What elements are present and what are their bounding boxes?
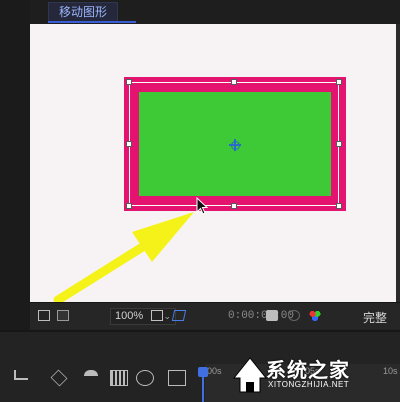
mouse-pointer-icon [196, 197, 209, 215]
mask-path-icon[interactable] [171, 310, 187, 321]
color-channels-icon[interactable] [309, 310, 321, 321]
zoom-value: 100% [115, 310, 144, 322]
camera-icon[interactable] [266, 310, 278, 321]
zoom-dropdown[interactable]: 100% ⌄ [110, 308, 176, 325]
show-snapshot-icon[interactable] [288, 310, 300, 321]
snapshot-frame-icon[interactable] [57, 310, 69, 321]
draft-3d-icon[interactable] [50, 369, 68, 387]
watermark-url: XITONGZHIJIA.NET [268, 380, 350, 389]
ruler-label-0: 00s [207, 366, 222, 376]
frame-blending-icon[interactable] [110, 370, 128, 386]
motion-blur-icon[interactable] [136, 370, 154, 386]
grid-guides-icon[interactable] [151, 310, 163, 321]
resolution-dropdown[interactable]: 完整 [363, 309, 387, 326]
viewer-toolbar: 100% ⌄ 0:00:00:00 完整 [30, 302, 400, 329]
graph-editor-icon[interactable] [168, 370, 186, 386]
composition-flowchart-icon[interactable] [14, 370, 28, 380]
chevron-down-icon: ⌄ [163, 311, 171, 321]
current-time-display[interactable]: 0:00:00:00 [228, 310, 294, 322]
shy-layers-icon[interactable] [84, 370, 98, 386]
playhead-line [202, 376, 204, 402]
watermark-text: 系统之家 [266, 360, 350, 382]
always-preview-icon[interactable] [38, 310, 50, 321]
